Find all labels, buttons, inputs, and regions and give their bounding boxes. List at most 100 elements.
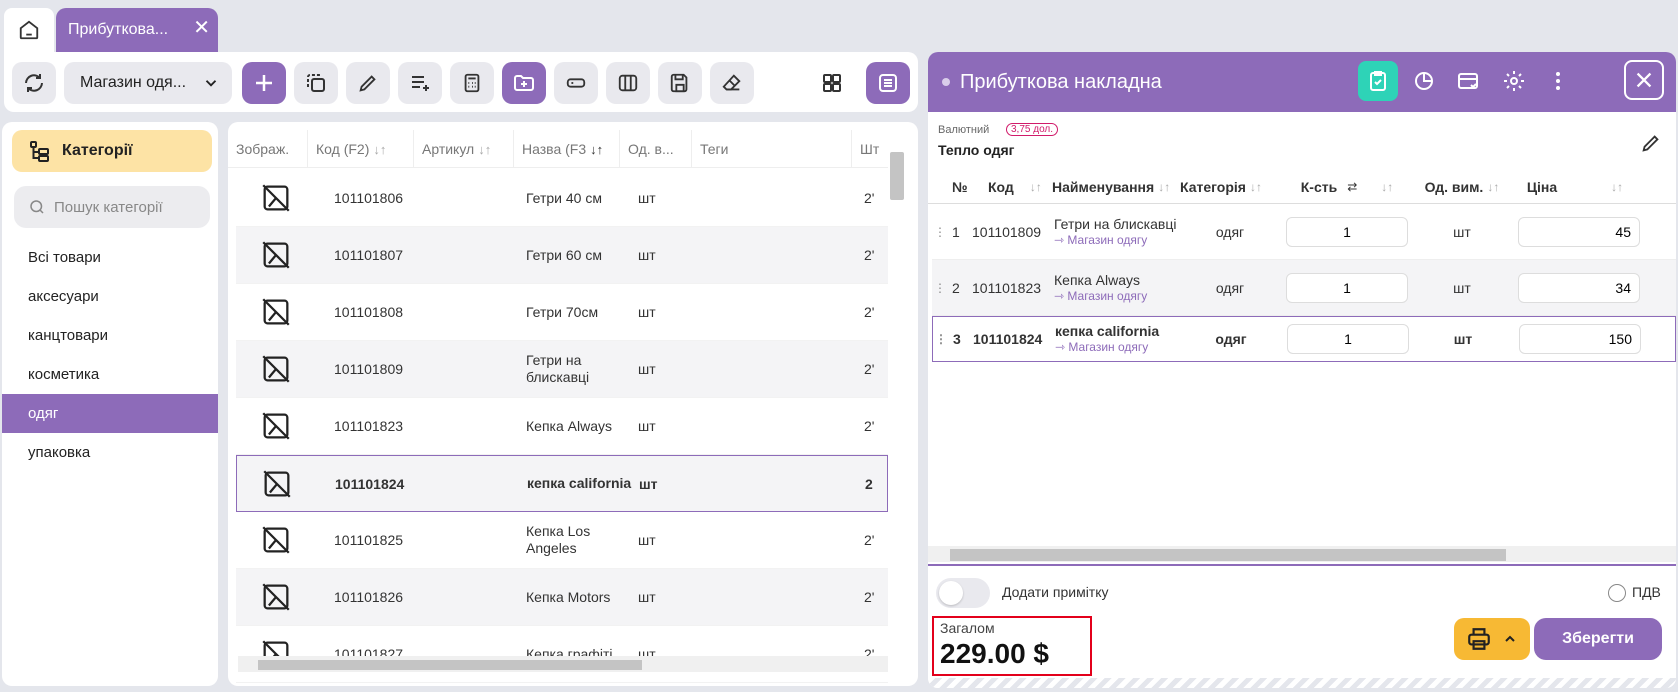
column-header-name[interactable]: Назва (F3 ↓↑ [514,130,620,168]
save-button[interactable]: Зберегти [1534,618,1662,660]
supplier-name[interactable]: Тепло одяг [938,142,1015,158]
add-list-button[interactable] [398,62,442,104]
category-item-active[interactable]: одяг [2,394,218,433]
add-folder-button[interactable] [502,62,546,104]
table-row[interactable]: 101101823 Кепка Always шт 2' [236,398,888,455]
row-store-link[interactable]: ⇾ Магазин одягу [1055,339,1181,355]
checklist-button[interactable] [1358,61,1398,101]
drag-handle-icon[interactable]: ⋮ [932,225,948,239]
column-header-code[interactable]: Код ↓↑ [972,179,1050,195]
row-store-link[interactable]: ⇾ Магазин одягу [1054,232,1180,248]
sort-icon[interactable]: ↓↑ [1158,180,1170,194]
row-quantity-cell [1280,216,1414,247]
category-item[interactable]: косметика [2,355,218,394]
quantity-input[interactable] [1286,272,1408,303]
column-header-unit[interactable]: Од. вим. ↓↑ [1414,179,1510,195]
category-item[interactable]: Всі товари [2,238,218,277]
horizontal-scrollbar-thumb[interactable] [258,660,642,670]
vat-label: ПДВ [1632,584,1661,600]
document-row[interactable]: ⋮ 2 101101823 Кепка Always ⇾ Магазин одягу од… [932,260,1676,316]
sort-icon[interactable]: ↓↑ [590,142,603,157]
vertical-scrollbar-thumb[interactable] [890,152,904,200]
quantity-input[interactable] [1287,324,1409,354]
add-button[interactable] [242,62,286,104]
row-store-link[interactable]: ⇾ Магазин одягу [1054,288,1180,304]
row-name: Гетри на блискавці [1054,215,1177,232]
table-row[interactable]: 101101808 Гетри 70см шт 2' [236,284,888,341]
document-tab[interactable]: Прибуткова... ✕ [56,8,218,52]
edit-button[interactable] [346,62,390,104]
table-row[interactable]: 101101826 Кепка Motors шт 2' [236,569,888,626]
table-row[interactable]: 101101807 Гетри 60 см шт 2' [236,227,888,284]
payment-button[interactable] [1448,61,1488,101]
categories-button[interactable]: Категорії [12,130,212,172]
table-row[interactable]: 101101825 Кепка Los Angeles шт 2' [236,512,888,569]
vat-checkbox[interactable] [1608,584,1626,602]
category-search[interactable] [14,186,210,228]
more-button[interactable] [1538,61,1578,101]
swap-icon[interactable]: ⇄ [1347,180,1357,194]
sort-icon[interactable]: ↓↑ [373,142,386,157]
pencil-icon[interactable] [1640,132,1662,154]
table-row[interactable]: 101101809 Гетри на блискавці шт 2' [236,341,888,398]
column-header-quantity[interactable]: К-сть ⇄ ↓↑ [1280,179,1414,195]
product-barcode: 2' [864,247,875,263]
save-icon-button[interactable] [658,62,702,104]
column-header-sku[interactable]: Артикул ↓↑ [414,130,514,168]
list-view-button[interactable] [866,62,910,104]
copy-button[interactable] [294,62,338,104]
product-unit: шт [638,532,656,548]
home-tab[interactable] [4,8,54,52]
grid-view-button[interactable] [810,62,854,104]
product-name: Кепка Motors [526,588,611,605]
column-header-barcode[interactable]: Шт [852,130,888,168]
calculator-button[interactable] [450,62,494,104]
column-header-tags[interactable]: Теги [692,130,852,168]
close-document-button[interactable] [1624,60,1664,100]
report-button[interactable] [1404,61,1444,101]
document-row[interactable]: ⋮ 3 101101824 кепка california ⇾ Магазин одя… [932,316,1676,362]
column-header-price[interactable]: Ціна ↓↑ [1510,179,1640,195]
eraser-button[interactable] [710,62,754,104]
print-button[interactable] [1454,618,1530,660]
sort-icon[interactable]: ↓↑ [478,142,491,157]
column-header-name[interactable]: Найменування ↓↑ [1050,179,1180,195]
chevron-up-icon[interactable] [1502,631,1518,647]
category-list: Всі товари аксесуари канцтовари косметик… [2,238,218,472]
close-icon[interactable]: ✕ [193,18,210,38]
columns-button[interactable] [606,62,650,104]
settings-button[interactable] [1494,61,1534,101]
vertical-scrollbar[interactable] [888,152,904,652]
column-header-code[interactable]: Код (F2) ↓↑ [308,130,414,168]
quantity-input[interactable] [1286,216,1408,247]
column-header-unit[interactable]: Од. в... [620,130,692,168]
column-header-category[interactable]: Категорія ↓↑ [1180,179,1280,195]
price-input[interactable] [1518,216,1640,247]
total-label: Загалом [940,620,995,636]
credit-card-icon [1458,73,1478,89]
note-toggle[interactable] [936,578,990,608]
category-item[interactable]: канцтовари [2,316,218,355]
refresh-button[interactable] [12,62,56,104]
sort-icon[interactable]: ↓↑ [1030,180,1042,194]
row-price-cell [1510,216,1640,247]
category-item[interactable]: аксесуари [2,277,218,316]
table-row[interactable]: 101101827 Кепка графіті шт 2' [236,626,888,683]
price-input[interactable] [1518,272,1640,303]
sort-icon[interactable]: ↓↑ [1487,180,1499,194]
column-header-image[interactable]: Зображ. [228,130,308,168]
price-input[interactable] [1519,324,1641,354]
horizontal-scrollbar-thumb[interactable] [950,549,1506,561]
drag-handle-icon[interactable]: ⋮ [932,281,948,295]
sort-icon[interactable]: ↓↑ [1381,180,1393,194]
sort-icon[interactable]: ↓↑ [1611,180,1623,194]
table-row[interactable]: 101101824 кепка california шт 2 [236,455,888,512]
drag-handle-icon[interactable]: ⋮ [933,332,949,346]
category-item[interactable]: упаковка [2,433,218,472]
category-search-input[interactable] [54,198,204,216]
sort-icon[interactable]: ↓↑ [1250,180,1262,194]
store-select[interactable]: Магазин одя... [64,62,232,104]
table-row[interactable]: 101101806 Гетри 40 см шт 2' [236,170,888,227]
label-button[interactable] [554,62,598,104]
document-row[interactable]: ⋮ 1 101101809 Гетри на блискавці ⇾ Магазин о… [932,204,1676,260]
